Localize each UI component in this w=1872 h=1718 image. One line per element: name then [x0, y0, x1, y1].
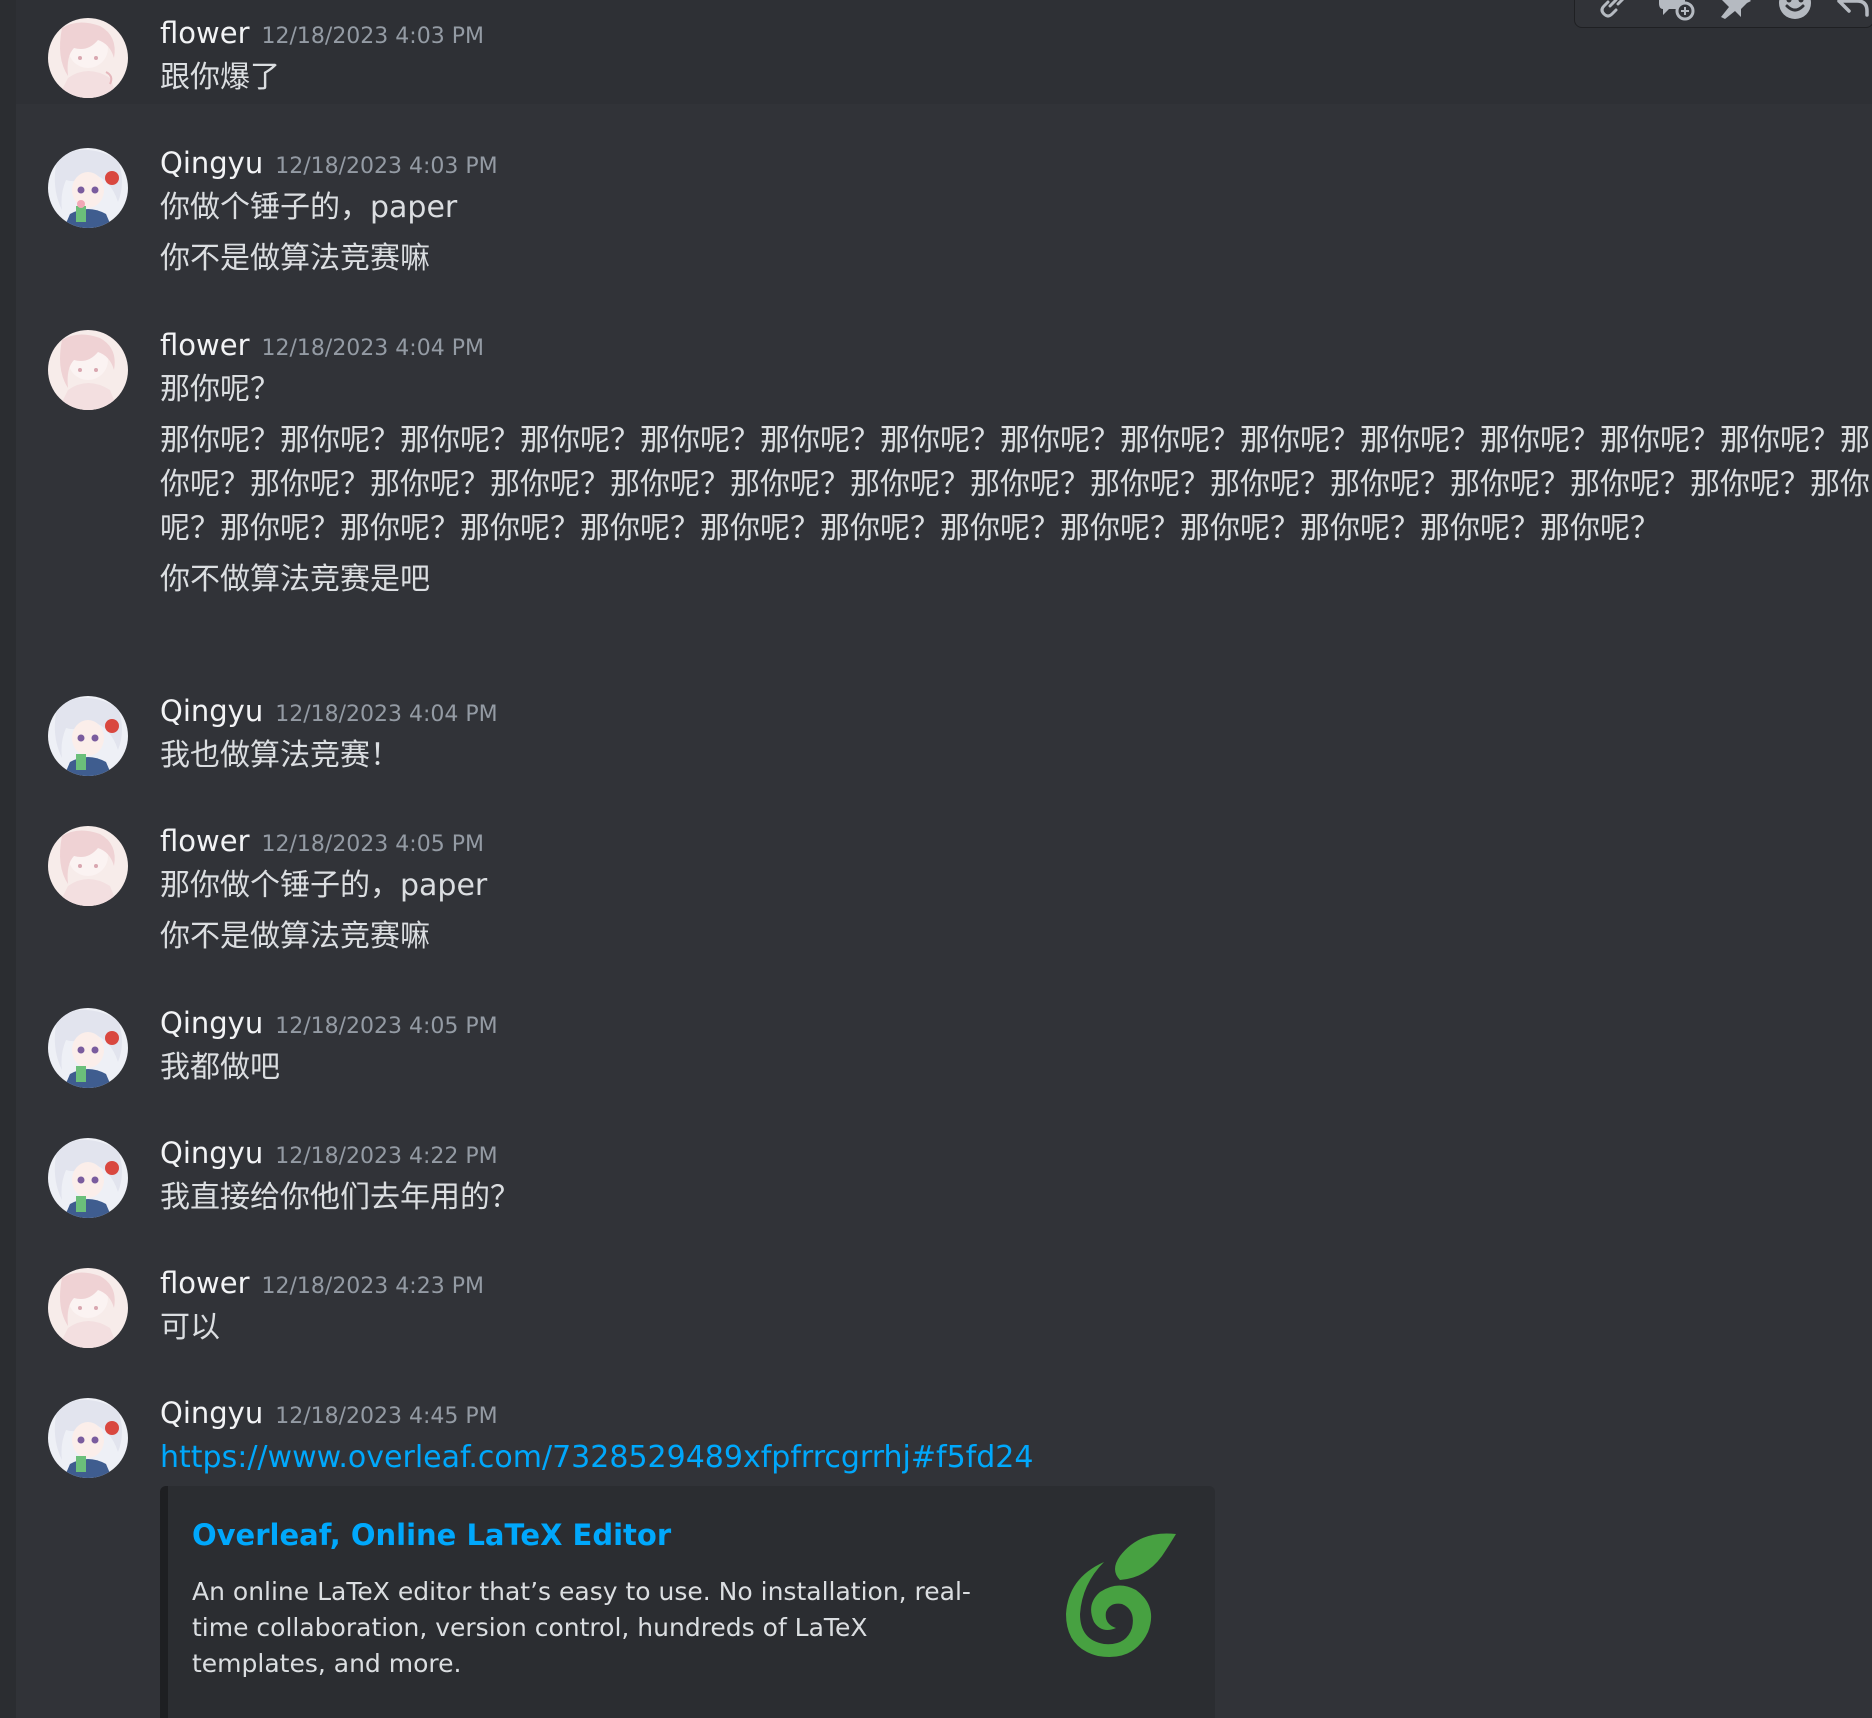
message[interactable]: Qingyu 12/18/2023 4:22 PM 我直接给你他们去年用的？ [16, 1120, 1872, 1230]
timestamp[interactable]: 12/18/2023 4:04 PM [262, 336, 484, 361]
timestamp[interactable]: 12/18/2023 4:23 PM [262, 1274, 484, 1299]
author-name[interactable]: flower [160, 1266, 250, 1300]
message-text: 你做个锤子的，paper [160, 190, 458, 225]
timestamp[interactable]: 12/18/2023 4:03 PM [262, 24, 484, 49]
message-text: 跟你爆了 [160, 60, 280, 95]
message[interactable]: flower 12/18/2023 4:04 PM 那你呢？ 那你呢？那你呢？那你… [16, 312, 1872, 672]
timestamp[interactable]: 12/18/2023 4:45 PM [275, 1404, 497, 1429]
message-text: 我也做算法竞赛！ [160, 738, 400, 773]
timestamp[interactable]: 12/18/2023 4:04 PM [275, 702, 497, 727]
author-name[interactable]: Qingyu [160, 1396, 263, 1430]
avatar-flower[interactable] [48, 330, 128, 410]
link-embed: Overleaf, Online LaTeX Editor An online … [160, 1486, 1215, 1718]
author-name[interactable]: Qingyu [160, 146, 263, 180]
message-list[interactable]: flower 12/18/2023 4:03 PM 跟你爆了 Qingyu 12… [16, 0, 1872, 1718]
message-actions-toolbar [1574, 0, 1872, 28]
author-name[interactable]: Qingyu [160, 694, 263, 728]
avatar-qingyu[interactable] [48, 1398, 128, 1478]
author-name[interactable]: Qingyu [160, 1136, 263, 1170]
author-name[interactable]: flower [160, 16, 250, 50]
avatar-qingyu[interactable] [48, 1008, 128, 1088]
add-reaction-icon[interactable] [1771, 0, 1819, 23]
message-text: 你不是做算法竞赛嘛 [160, 919, 430, 954]
author-name[interactable]: Qingyu [160, 1006, 263, 1040]
message[interactable]: Qingyu 12/18/2023 4:03 PM 你做个锤子的，paper 你不… [16, 130, 1872, 290]
timestamp[interactable]: 12/18/2023 4:05 PM [275, 1014, 497, 1039]
message-text: 那你呢？那你呢？那你呢？那你呢？那你呢？那你呢？那你呢？那你呢？那你呢？那你呢？… [160, 423, 1870, 546]
avatar-flower[interactable] [48, 1268, 128, 1348]
timestamp[interactable]: 12/18/2023 4:05 PM [262, 832, 484, 857]
message-text: 你不做算法竞赛是吧 [160, 562, 430, 597]
embed-description: An online LaTeX editor that’s easy to us… [192, 1577, 971, 1678]
message-text: 那你做个锤子的，paper [160, 868, 488, 903]
create-thread-icon[interactable] [1651, 0, 1699, 23]
message-text: 那你呢？ [160, 372, 280, 407]
avatar-qingyu[interactable] [48, 1138, 128, 1218]
pin-icon[interactable] [1711, 0, 1759, 23]
message[interactable]: flower 12/18/2023 4:05 PM 那你做个锤子的，paper 你… [16, 808, 1872, 968]
embed-title[interactable]: Overleaf, Online LaTeX Editor [192, 1518, 671, 1552]
message[interactable]: Qingyu 12/18/2023 4:05 PM 我都做吧 [16, 990, 1872, 1100]
avatar-flower[interactable] [48, 826, 128, 906]
message-text: 可以 [160, 1310, 220, 1345]
overleaf-logo-icon[interactable] [1048, 1522, 1198, 1672]
timestamp[interactable]: 12/18/2023 4:22 PM [275, 1144, 497, 1169]
message-text: 你不是做算法竞赛嘛 [160, 241, 430, 276]
timestamp[interactable]: 12/18/2023 4:03 PM [275, 154, 497, 179]
message-link[interactable]: https://www.overleaf.com/7328529489xfpfr… [160, 1440, 1033, 1475]
copy-link-icon[interactable] [1589, 0, 1637, 23]
message[interactable]: flower 12/18/2023 4:23 PM 可以 [16, 1250, 1872, 1360]
avatar-flower[interactable] [48, 18, 128, 98]
author-name[interactable]: flower [160, 824, 250, 858]
message-text: 我直接给你他们去年用的？ [160, 1180, 520, 1215]
reply-icon[interactable] [1829, 0, 1872, 23]
message[interactable]: Qingyu 12/18/2023 4:04 PM 我也做算法竞赛！ [16, 678, 1872, 788]
message[interactable]: Qingyu 12/18/2023 4:45 PM https://www.ove… [16, 1380, 1872, 1718]
message-text: 我都做吧 [160, 1050, 280, 1085]
avatar-qingyu[interactable] [48, 696, 128, 776]
author-name[interactable]: flower [160, 328, 250, 362]
message[interactable]: flower 12/18/2023 4:03 PM 跟你爆了 [16, 0, 1872, 104]
avatar-qingyu[interactable] [48, 148, 128, 228]
